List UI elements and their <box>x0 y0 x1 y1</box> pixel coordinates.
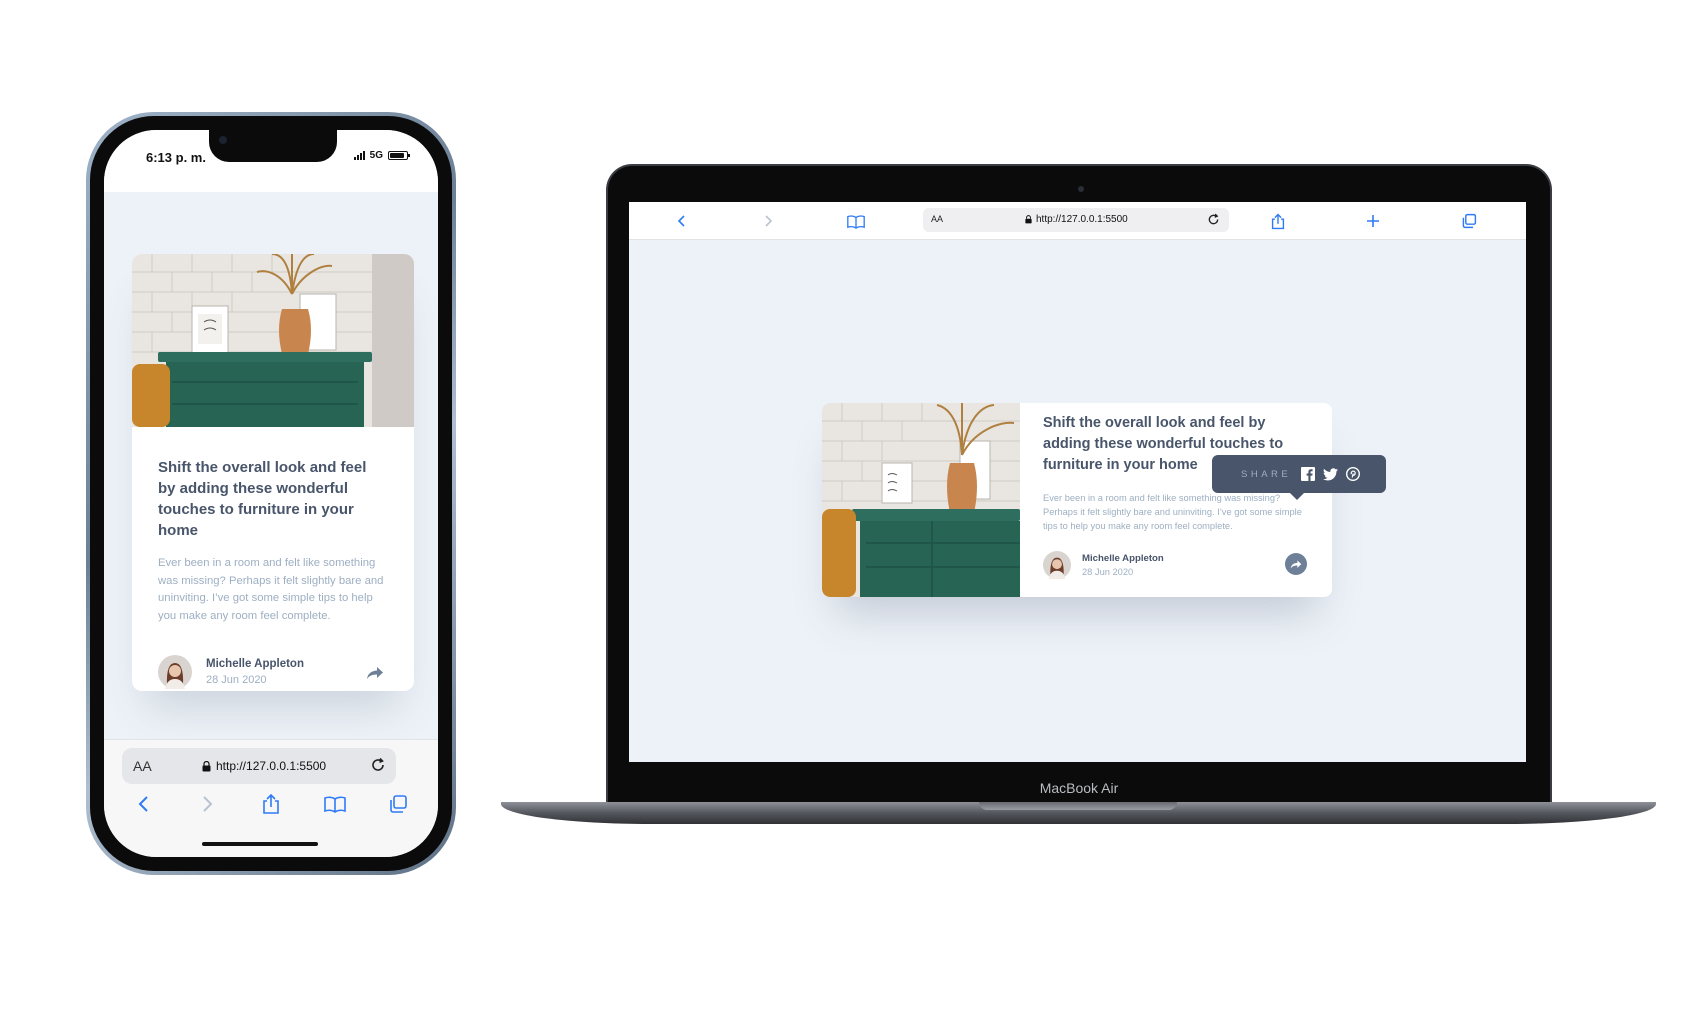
avatar <box>1043 551 1071 579</box>
share-icon[interactable] <box>366 665 384 681</box>
article-description: Ever been in a room and felt like someth… <box>1043 493 1302 531</box>
publish-date: 28 Jun 2020 <box>206 674 267 686</box>
twitter-icon[interactable] <box>1323 467 1339 481</box>
phone-browser-toolbar: AA http://127.0.0.1:5500 <box>104 739 438 857</box>
laptop-hinge-notch <box>979 802 1177 810</box>
share-label: SHARE <box>1241 468 1292 480</box>
article-card: Shift the overall look and feel by addin… <box>822 403 1332 597</box>
phone-notch <box>209 130 337 162</box>
article-card: Shift the overall look and feel by addin… <box>132 254 414 691</box>
bookmarks-icon[interactable] <box>847 212 865 230</box>
signal-icon <box>353 151 365 160</box>
share-icon <box>1290 560 1302 568</box>
new-tab-icon[interactable] <box>1364 212 1382 230</box>
article-title[interactable]: Shift the overall look and feel by addin… <box>158 457 388 541</box>
url-text: http://127.0.0.1:5500 <box>216 759 327 773</box>
phone-screen: 6:13 p. m. 5G Shift the overall look and… <box>104 130 438 857</box>
forward-icon[interactable] <box>195 792 219 816</box>
article-image <box>132 254 414 427</box>
author-block: Michelle Appleton 28 Jun 2020 <box>1043 551 1164 579</box>
author-name: Michelle Appleton <box>206 658 304 670</box>
reader-aa-button[interactable]: AA <box>133 758 152 774</box>
article-image <box>822 403 1020 597</box>
author-name: Michelle Appleton <box>1082 553 1164 564</box>
publish-date: 28 Jun 2020 <box>1082 567 1134 577</box>
share-popup: SHARE <box>1212 455 1386 500</box>
tabs-icon[interactable] <box>1460 212 1478 230</box>
share-button[interactable] <box>1285 553 1307 575</box>
author-block: Michelle Appleton 28 Jun 2020 <box>158 655 388 689</box>
phone-status-bar: 6:13 p. m. 5G <box>104 130 438 192</box>
reader-aa-button[interactable]: AA <box>931 214 943 224</box>
pinterest-icon[interactable] <box>1346 467 1361 481</box>
facebook-icon[interactable] <box>1301 467 1316 481</box>
share-sheet-icon[interactable] <box>1269 212 1287 230</box>
laptop-brand-label: MacBook Air <box>1039 780 1119 796</box>
url-text: http://127.0.0.1:5500 <box>1036 214 1128 225</box>
avatar <box>158 655 192 689</box>
back-icon[interactable] <box>673 212 691 230</box>
bookmarks-icon[interactable] <box>323 792 347 816</box>
lock-icon <box>202 760 211 771</box>
reload-icon[interactable] <box>1206 212 1221 227</box>
status-time: 6:13 p. m. <box>146 150 206 165</box>
webcam-icon <box>1078 186 1084 192</box>
laptop-base <box>501 802 1656 824</box>
reload-icon[interactable] <box>369 756 387 774</box>
address-bar[interactable]: AA http://127.0.0.1:5500 <box>122 748 396 784</box>
home-indicator[interactable] <box>202 842 318 846</box>
iphone-mockup: 6:13 p. m. 5G Shift the overall look and… <box>86 112 456 875</box>
macbook-mockup: AA http://127.0.0.1:5500 Shift the overa… <box>606 164 1552 804</box>
phone-nav-bar <box>104 792 438 816</box>
back-icon[interactable] <box>132 792 156 816</box>
laptop-browser-toolbar: AA http://127.0.0.1:5500 <box>629 202 1526 240</box>
laptop-screen: AA http://127.0.0.1:5500 Shift the overa… <box>629 202 1526 762</box>
status-indicators: 5G <box>353 150 410 161</box>
phone-bezel: 6:13 p. m. 5G Shift the overall look and… <box>90 116 452 871</box>
tabs-icon[interactable] <box>386 792 410 816</box>
article-description: Ever been in a room and felt like someth… <box>158 557 384 622</box>
network-type: 5G <box>369 150 383 161</box>
address-bar[interactable]: AA http://127.0.0.1:5500 <box>923 208 1229 232</box>
battery-icon <box>388 151 410 160</box>
share-sheet-icon[interactable] <box>259 792 283 816</box>
forward-icon[interactable] <box>759 212 777 230</box>
front-camera-icon <box>219 136 227 144</box>
lock-icon <box>1025 215 1032 224</box>
